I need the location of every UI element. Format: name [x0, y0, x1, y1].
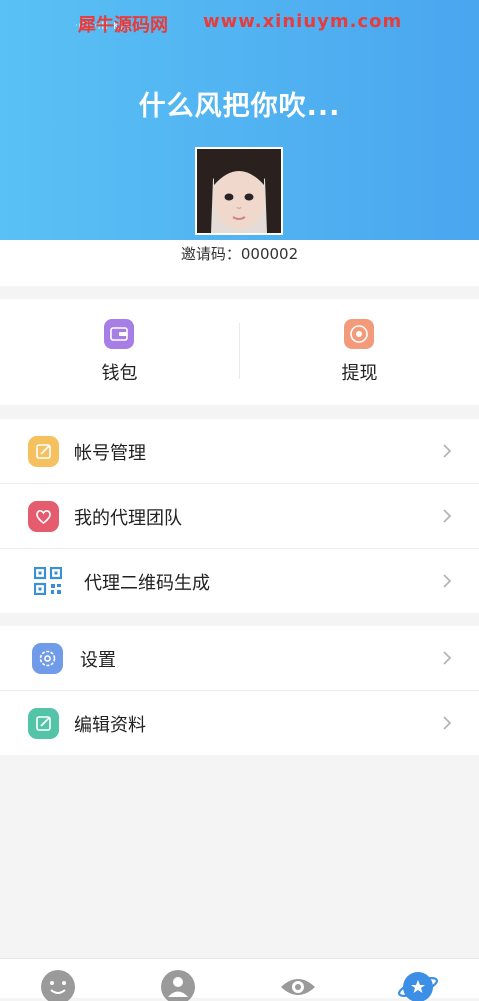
watermark-brand: 犀牛源码网: [78, 15, 168, 36]
withdraw-label: 提现: [341, 363, 378, 384]
tab-mine-active[interactable]: [360, 959, 479, 1001]
tab-home[interactable]: [0, 959, 120, 1001]
qrcode-icon: [33, 566, 63, 596]
chevron-right-icon: [443, 574, 452, 588]
planet-icon: [398, 972, 438, 1001]
wallet-label: 钱包: [101, 363, 138, 384]
profile-header: ᐧıll ᐧıll K/s 犀牛源码网 www.xiniuym.com 什么风把…: [0, 0, 479, 240]
invite-code: 邀请码：000002: [180, 245, 299, 263]
page-title: 什么风把你吹...: [138, 91, 341, 122]
agent-team-label: 我的代理团队: [74, 508, 182, 529]
chevron-right-icon: [443, 509, 452, 523]
settings-label: 设置: [80, 650, 116, 671]
bottom-tab-bar: [0, 958, 479, 1001]
qrcode-generate-item[interactable]: 代理二维码生成: [0, 549, 479, 613]
edit-icon: [28, 436, 59, 467]
wallet-button[interactable]: 钱包: [0, 299, 239, 405]
chevron-right-icon: [443, 444, 452, 458]
chevron-right-icon: [443, 716, 452, 730]
heart-icon: [28, 501, 59, 532]
eye-icon: [281, 979, 315, 995]
user-icon: [161, 970, 195, 1001]
watermark-url: www.xiniuym.com: [203, 11, 403, 32]
avatar-photo: [197, 149, 281, 233]
tab-profile[interactable]: [120, 959, 240, 1001]
edit-profile-label: 编辑资料: [74, 715, 146, 736]
status-bar: ᐧıll ᐧıll K/s 犀牛源码网 www.xiniuym.com: [0, 0, 479, 44]
menu-group-settings: 设置 编辑资料: [0, 626, 479, 755]
quick-actions-card: 钱包 提现: [0, 299, 479, 405]
agent-team-item[interactable]: 我的代理团队: [0, 484, 479, 549]
avatar[interactable]: [195, 147, 283, 235]
withdraw-button[interactable]: 提现: [240, 299, 479, 405]
edit-profile-item[interactable]: 编辑资料: [0, 691, 479, 755]
account-management-item[interactable]: 帐号管理: [0, 419, 479, 484]
settings-icon: [32, 643, 63, 674]
account-management-label: 帐号管理: [74, 443, 146, 464]
smile-icon: [41, 970, 75, 1001]
menu-group-account: 帐号管理 我的代理团队 代理二维码生成: [0, 419, 479, 613]
settings-item[interactable]: 设置: [0, 626, 479, 691]
withdraw-icon: [344, 319, 374, 349]
chevron-right-icon: [443, 651, 452, 665]
qrcode-generate-label: 代理二维码生成: [84, 573, 210, 594]
tab-discover[interactable]: [240, 959, 360, 998]
wallet-icon: [104, 319, 134, 349]
edit-profile-icon: [28, 708, 59, 739]
